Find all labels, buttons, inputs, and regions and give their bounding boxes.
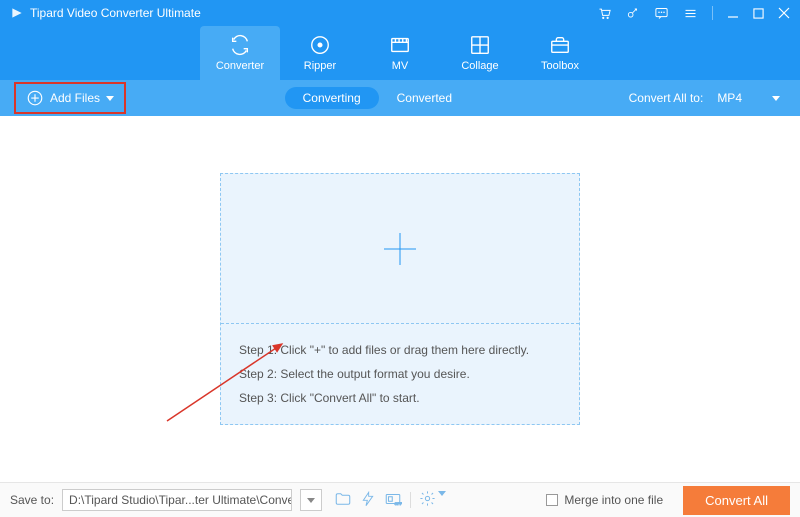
- divider: [712, 6, 713, 20]
- feedback-icon[interactable]: [654, 6, 669, 21]
- chevron-down-icon: [106, 96, 114, 101]
- merge-label: Merge into one file: [564, 493, 663, 507]
- app-title: Tipard Video Converter Ultimate: [30, 6, 597, 20]
- nav-toolbox[interactable]: Toolbox: [520, 26, 600, 80]
- add-files-button[interactable]: Add Files: [18, 85, 122, 111]
- svg-text:OFF: OFF: [395, 502, 403, 506]
- output-format-select[interactable]: MP4: [711, 89, 786, 107]
- step-text: Step 2: Select the output format you des…: [239, 362, 561, 386]
- key-icon[interactable]: [626, 6, 640, 20]
- checkbox-box: [546, 494, 558, 506]
- save-path-dropdown[interactable]: [300, 489, 322, 511]
- nav-converter[interactable]: Converter: [200, 26, 280, 80]
- tab-converted[interactable]: Converted: [379, 87, 470, 109]
- plus-icon: [380, 229, 420, 269]
- chevron-down-icon: [438, 491, 446, 510]
- minimize-button[interactable]: [727, 7, 739, 19]
- nav-mv[interactable]: MV: [360, 26, 440, 80]
- add-files-label: Add Files: [50, 91, 100, 105]
- plus-circle-icon: [26, 89, 44, 107]
- add-files-highlight: Add Files: [14, 82, 126, 114]
- ripper-icon: [309, 34, 331, 56]
- titlebar: Tipard Video Converter Ultimate: [0, 0, 800, 26]
- button-label: Convert All: [705, 493, 768, 508]
- menu-icon[interactable]: [683, 6, 698, 21]
- nav-label: Collage: [461, 60, 498, 72]
- cart-icon[interactable]: [597, 6, 612, 21]
- save-path-field[interactable]: D:\Tipard Studio\Tipar...ter Ultimate\Co…: [62, 489, 292, 511]
- gpu-accel-icon[interactable]: [360, 491, 376, 510]
- chevron-down-icon: [307, 498, 315, 503]
- maximize-button[interactable]: [753, 8, 764, 19]
- high-speed-icon[interactable]: OFF: [384, 490, 402, 511]
- open-folder-icon[interactable]: [334, 490, 352, 511]
- dropzone-steps: Step 1: Click "+" to add files or drag t…: [221, 324, 579, 424]
- step-text: Step 3: Click "Convert All" to start.: [239, 386, 561, 410]
- save-path-value: D:\Tipard Studio\Tipar...ter Ultimate\Co…: [69, 493, 292, 507]
- nav-label: Converter: [216, 60, 264, 72]
- tab-label: Converted: [397, 91, 452, 105]
- toolbox-icon: [549, 34, 571, 56]
- main-nav: Converter Ripper MV Collage Toolbox: [0, 26, 800, 80]
- nav-label: MV: [392, 60, 409, 72]
- step-text: Step 1: Click "+" to add files or drag t…: [239, 338, 561, 362]
- chevron-down-icon: [772, 96, 780, 101]
- collage-icon: [469, 34, 491, 56]
- converter-icon: [229, 34, 251, 56]
- divider: [410, 492, 411, 508]
- subbar: Add Files Converting Converted Convert A…: [0, 80, 800, 116]
- footer: Save to: D:\Tipard Studio\Tipar...ter Ul…: [0, 482, 800, 517]
- tab-converting[interactable]: Converting: [285, 87, 379, 109]
- nav-collage[interactable]: Collage: [440, 26, 520, 80]
- nav-label: Toolbox: [541, 60, 579, 72]
- nav-ripper[interactable]: Ripper: [280, 26, 360, 80]
- mv-icon: [389, 34, 411, 56]
- tab-label: Converting: [303, 91, 361, 105]
- main-area: Step 1: Click "+" to add files or drag t…: [0, 116, 800, 482]
- app-logo-icon: [10, 6, 24, 20]
- dropzone[interactable]: Step 1: Click "+" to add files or drag t…: [220, 173, 580, 425]
- format-value: MP4: [717, 91, 742, 105]
- settings-icon[interactable]: [419, 490, 446, 510]
- close-button[interactable]: [778, 7, 790, 19]
- convert-all-button[interactable]: Convert All: [683, 486, 790, 515]
- merge-checkbox[interactable]: Merge into one file: [546, 493, 663, 507]
- convert-all-to-label: Convert All to:: [629, 91, 704, 105]
- nav-label: Ripper: [304, 60, 336, 72]
- dropzone-plus-area[interactable]: [221, 174, 579, 324]
- save-to-label: Save to:: [10, 493, 54, 507]
